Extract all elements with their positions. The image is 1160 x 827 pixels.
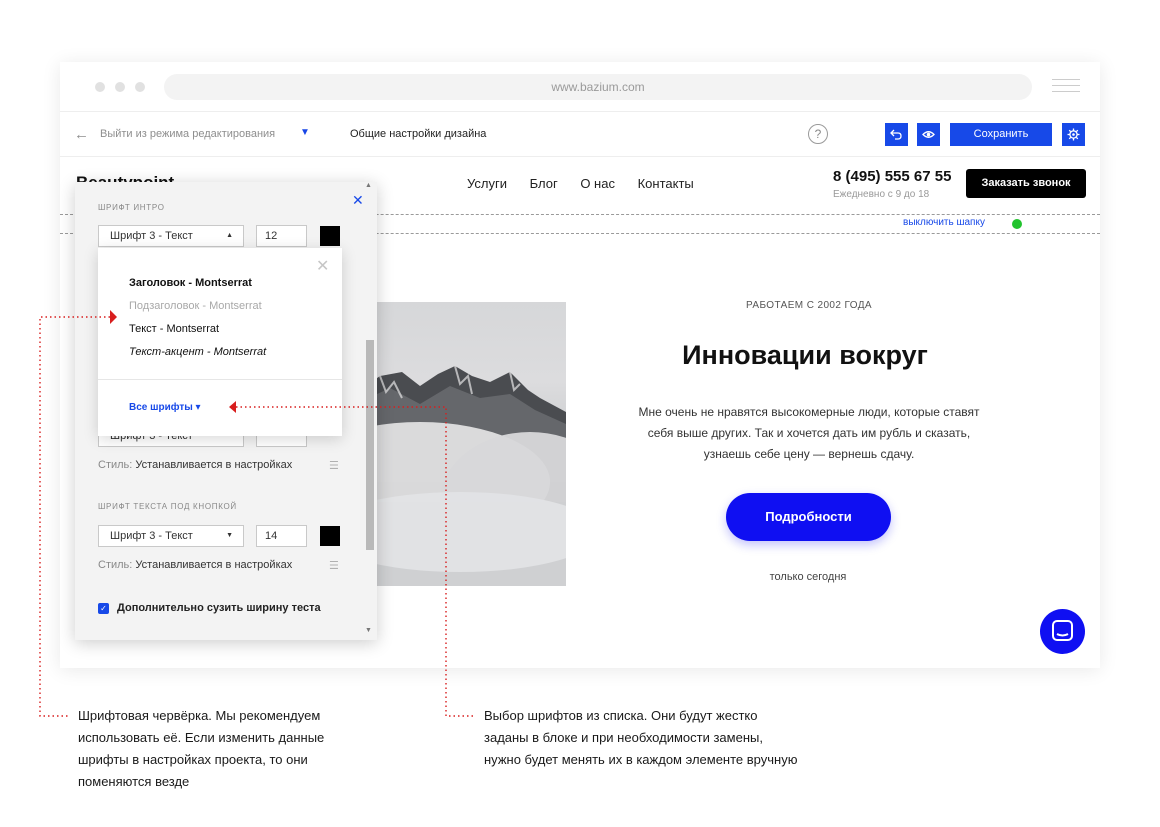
annotation-line: использовать её. Если изменить данные <box>78 730 325 745</box>
annotation-line: Шрифтовая червёрка. Мы рекомендуем <box>78 708 321 723</box>
annotation-lines <box>39 310 474 717</box>
annotation-line: поменяются везде <box>78 774 190 789</box>
annotation-left: Шрифтовая червёрка. Мы рекомендуем испол… <box>78 705 324 793</box>
annotation-line: шрифты в настройках проекта, то они <box>78 752 308 767</box>
annotation-line: нужно будет менять их в каждом элементе … <box>484 752 798 767</box>
annotation-right: Выбор шрифтов из списка. Они будут жестк… <box>484 705 797 771</box>
annotation-line-right <box>236 406 474 717</box>
annotation-line: Выбор шрифтов из списка. Они будут жестк… <box>484 708 758 723</box>
annotation-line: заданы в блоке и при необходимости замен… <box>484 730 763 745</box>
arrow-left-icon <box>229 401 236 413</box>
arrow-right-icon <box>110 310 117 324</box>
annotation-line-left <box>39 316 110 717</box>
